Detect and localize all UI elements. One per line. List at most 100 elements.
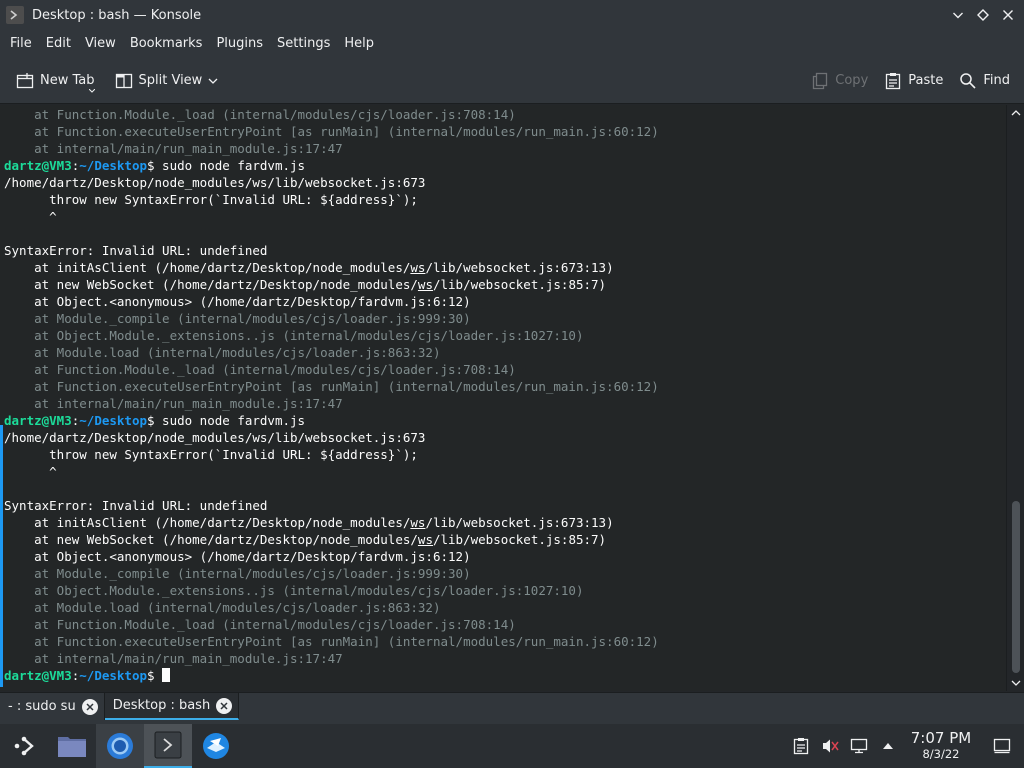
terminal-line: at initAsClient (/home/dartz/Desktop/nod…: [4, 260, 614, 275]
scroll-track[interactable]: [1012, 123, 1020, 673]
scroll-thumb[interactable]: [1012, 501, 1020, 673]
new-tab-icon: [16, 72, 34, 88]
close-tab-icon[interactable]: [216, 697, 233, 714]
tray-expand-icon[interactable]: [873, 724, 902, 768]
clipboard-icon[interactable]: [786, 724, 815, 768]
show-desktop-icon: [993, 738, 1011, 754]
link-text[interactable]: ws: [418, 277, 433, 292]
close-tab-icon[interactable]: [81, 698, 98, 715]
split-view-button[interactable]: Split View: [107, 65, 233, 97]
prompt-user: dartz@VM3: [4, 668, 72, 683]
split-view-icon: [115, 73, 132, 88]
menu-view[interactable]: View: [78, 30, 123, 58]
copy-icon: [813, 72, 828, 89]
prompt-command: sudo node fardvm.js: [154, 413, 306, 428]
terminal-line: ^: [4, 464, 57, 479]
terminal-line: at Object.<anonymous> (/home/dartz/Deskt…: [4, 549, 471, 564]
paste-label: Paste: [908, 73, 944, 88]
terminal-scrollbar[interactable]: [1006, 105, 1024, 691]
scroll-up-arrow[interactable]: [1007, 105, 1024, 121]
terminal-line: at Function.executeUserEntryPoint [as ru…: [4, 634, 659, 649]
link-text[interactable]: ws: [410, 260, 425, 275]
prompt-path: ~/Desktop: [79, 668, 147, 683]
menu-edit[interactable]: Edit: [39, 30, 78, 58]
thunderbird-icon[interactable]: [192, 724, 240, 768]
menu-settings[interactable]: Settings: [270, 30, 337, 58]
terminal-line: at Module._compile (internal/modules/cjs…: [4, 311, 471, 326]
window-title: Desktop : bash — Konsole: [32, 7, 202, 23]
caret-down-icon: [88, 88, 95, 93]
terminal-line: at Module.load (internal/modules/cjs/loa…: [4, 600, 441, 615]
link-text[interactable]: ws: [410, 515, 425, 530]
clock[interactable]: 7:07 PM 8/3/22: [902, 731, 980, 761]
konsole-app-icon[interactable]: [6, 6, 24, 24]
close-button[interactable]: [995, 3, 1020, 28]
terminal-line: at Object.Module._extensions..js (intern…: [4, 328, 584, 343]
terminal-line: ^: [4, 209, 57, 224]
prompt-user: dartz@VM3: [4, 413, 72, 428]
prompt-user: dartz@VM3: [4, 158, 72, 173]
terminal-line: at Function.Module._load (internal/modul…: [4, 617, 516, 632]
terminal-line: throw new SyntaxError(`Invalid URL: ${ad…: [4, 192, 418, 207]
menu-bookmarks[interactable]: Bookmarks: [123, 30, 210, 58]
terminal-line: dartz@VM3:~/Desktop$: [4, 667, 659, 684]
terminal-line: at Object.Module._extensions..js (intern…: [4, 583, 584, 598]
terminal-line: at Module._compile (internal/modules/cjs…: [4, 566, 471, 581]
minimize-button[interactable]: [945, 3, 970, 28]
file-manager-icon[interactable]: [48, 724, 96, 768]
menu-file[interactable]: File: [3, 30, 39, 58]
terminal-line: at Module.load (internal/modules/cjs/loa…: [4, 345, 441, 360]
terminal-line: at internal/main/run_main_module.js:17:4…: [4, 141, 343, 156]
toolbar: New Tab Split View Copy Paste Find: [0, 58, 1024, 104]
session-marker: [0, 425, 3, 687]
terminal-line: at internal/main/run_main_module.js:17:4…: [4, 651, 343, 666]
paste-button[interactable]: Paste: [876, 65, 951, 97]
menu-plugins[interactable]: Plugins: [209, 30, 270, 58]
network-icon[interactable]: [844, 724, 873, 768]
konsole-icon[interactable]: [144, 724, 192, 768]
tab-bar: - : sudo su Desktop : bash: [0, 692, 1024, 724]
find-button[interactable]: Find: [951, 65, 1018, 97]
browser-icon[interactable]: [96, 724, 144, 768]
terminal-line: at Function.executeUserEntryPoint [as ru…: [4, 124, 659, 139]
prompt-path: ~/Desktop: [79, 158, 147, 173]
taskbar: 7:07 PM 8/3/22: [0, 724, 1024, 768]
application-launcher-icon[interactable]: [0, 724, 48, 768]
terminal-line: /home/dartz/Desktop/node_modules/ws/lib/…: [4, 175, 426, 190]
terminal-view[interactable]: at Function.Module._load (internal/modul…: [0, 105, 1006, 691]
terminal-line: dartz@VM3:~/Desktop$ sudo node fardvm.js: [4, 158, 306, 173]
terminal-line: throw new SyntaxError(`Invalid URL: ${ad…: [4, 447, 418, 462]
new-tab-button[interactable]: New Tab: [8, 65, 103, 97]
maximize-button[interactable]: [970, 3, 995, 28]
prompt-path: ~/Desktop: [79, 413, 147, 428]
scroll-down-arrow[interactable]: [1007, 675, 1024, 691]
tab-label: Desktop : bash: [112, 698, 211, 713]
clock-date: 8/3/22: [922, 747, 960, 762]
find-label: Find: [983, 73, 1010, 88]
paste-icon: [886, 72, 901, 89]
tab-sudo-su[interactable]: - : sudo su: [0, 693, 105, 720]
chevron-down-icon: [1011, 680, 1021, 686]
split-view-label: Split View: [138, 73, 203, 88]
title-bar[interactable]: Desktop : bash — Konsole: [0, 0, 1024, 30]
diamond-icon: [976, 9, 989, 21]
terminal-output: at Function.Module._load (internal/modul…: [4, 106, 659, 684]
terminal-line: at new WebSocket (/home/dartz/Desktop/no…: [4, 532, 607, 547]
text-cursor: [162, 668, 171, 682]
tab-desktop-bash[interactable]: Desktop : bash: [104, 693, 240, 720]
menu-help[interactable]: Help: [337, 30, 381, 58]
link-text[interactable]: ws: [418, 532, 433, 547]
tab-label: - : sudo su: [8, 699, 76, 714]
new-tab-label: New Tab: [40, 73, 95, 88]
terminal-line: at Function.Module._load (internal/modul…: [4, 362, 516, 377]
chevron-down-icon: [952, 12, 963, 19]
volume-muted-icon[interactable]: [815, 724, 844, 768]
copy-button[interactable]: Copy: [803, 65, 876, 97]
copy-label: Copy: [835, 73, 869, 88]
terminal-line: at Function.Module._load (internal/modul…: [4, 107, 516, 122]
prompt-command: sudo node fardvm.js: [154, 158, 306, 173]
terminal-line: at Function.executeUserEntryPoint [as ru…: [4, 379, 659, 394]
show-desktop-button[interactable]: [980, 724, 1024, 768]
